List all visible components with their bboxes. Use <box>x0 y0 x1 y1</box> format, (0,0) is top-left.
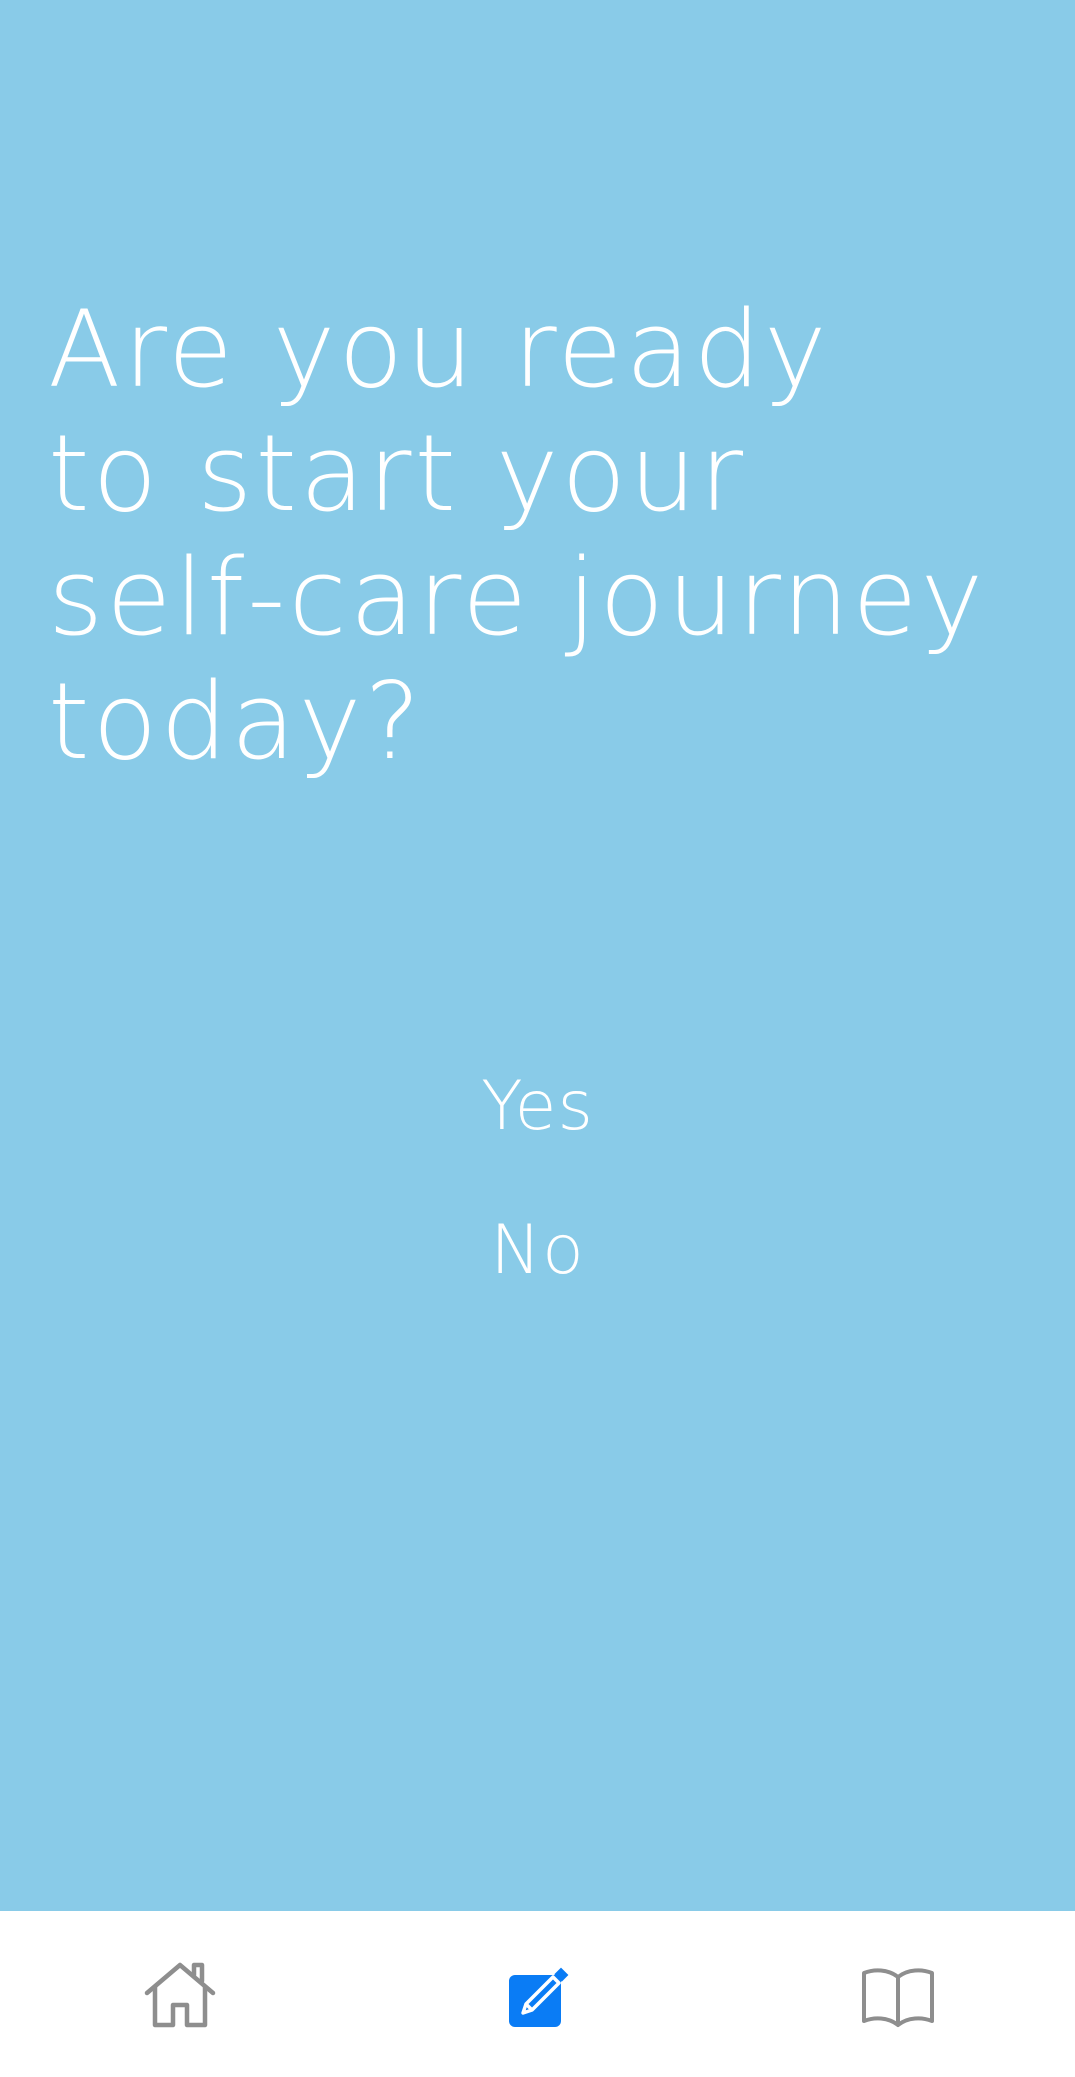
question-line: today? <box>48 660 424 783</box>
question-line: Are you ready <box>48 288 830 411</box>
no-button[interactable]: No <box>470 1209 604 1293</box>
app-screen: Are you ready to start your self-care jo… <box>0 0 1075 2077</box>
bottom-tab-bar <box>0 1911 1075 2077</box>
tab-home[interactable] <box>135 1951 225 2041</box>
home-icon <box>144 1962 216 2028</box>
question-panel: Are you ready to start your self-care jo… <box>0 0 1075 1911</box>
answer-options: Yes No <box>0 1065 1075 1293</box>
edit-icon <box>509 1967 569 2027</box>
yes-button[interactable]: Yes <box>461 1065 614 1149</box>
tab-read[interactable] <box>853 1951 943 2041</box>
question-line: to start your <box>48 412 747 535</box>
tab-journal[interactable] <box>491 1951 581 2041</box>
question-line: self-care journey <box>48 536 987 659</box>
book-icon <box>862 1968 934 2027</box>
question-text: Are you ready to start your self-care jo… <box>48 288 1048 784</box>
